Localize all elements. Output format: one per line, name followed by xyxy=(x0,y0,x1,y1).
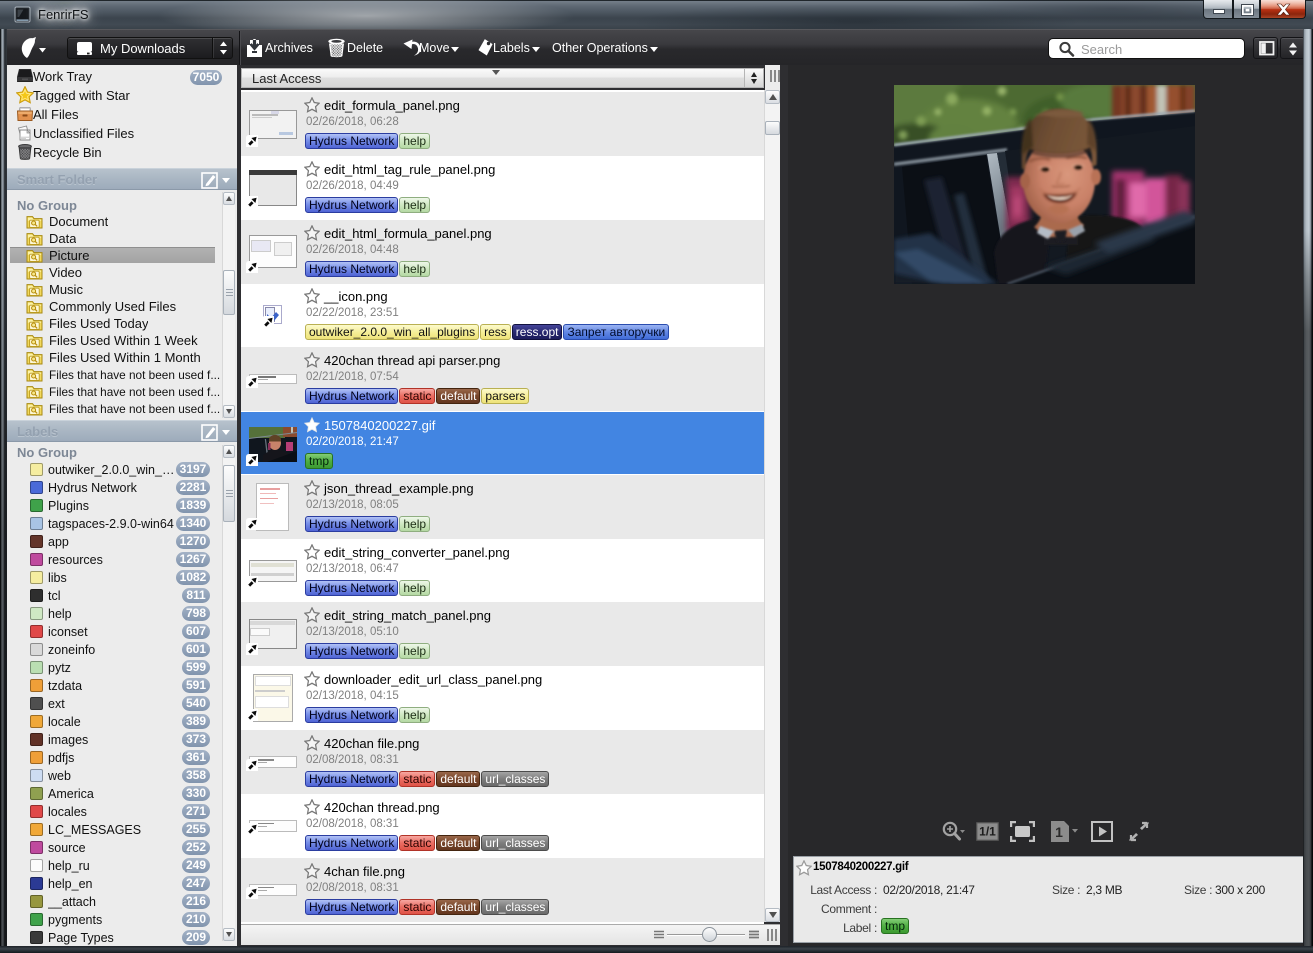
svg-text:1: 1 xyxy=(1055,824,1063,840)
svg-text:1/1: 1/1 xyxy=(979,825,996,839)
